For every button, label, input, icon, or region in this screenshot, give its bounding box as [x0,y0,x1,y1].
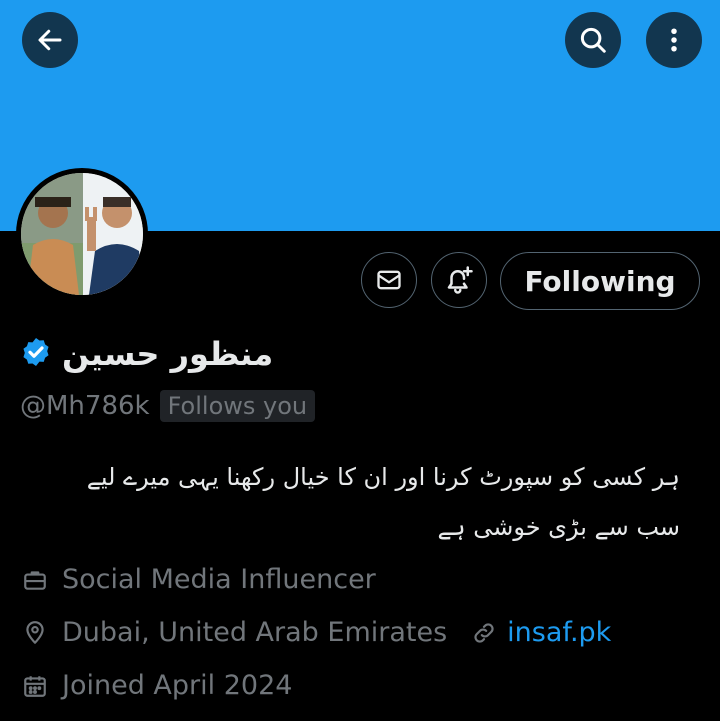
display-name-row: منظور حسین [20,332,273,376]
website-link[interactable]: insaf.pk [507,617,611,648]
envelope-icon [377,270,401,290]
arrow-left-icon [38,29,62,51]
verified-badge-icon [20,336,52,372]
back-button[interactable] [22,12,78,68]
professional-category: Social Media Influencer [62,564,376,595]
joined-row: Joined April 2024 [20,670,292,701]
following-button[interactable]: Following [500,252,700,310]
follows-you-badge: Follows you [159,390,316,422]
bio-line: سب سے بڑی خوشی ہے [437,513,680,541]
category-row: Social Media Influencer [20,564,376,595]
avatar-image [21,173,143,295]
profile-bio: ہر کسی کو سپورٹ کرنا اور ان کا خیال رکھن… [20,452,680,552]
joined-date: Joined April 2024 [62,670,293,701]
message-button[interactable] [361,252,417,308]
username-handle: @Mh786k [20,391,150,421]
search-button[interactable] [565,12,621,68]
location-text: Dubai, United Arab Emirates [62,617,448,648]
calendar-icon [20,671,50,701]
more-vertical-icon [671,28,677,52]
display-name: منظور حسین [62,335,274,373]
more-options-button[interactable] [646,12,702,68]
handle-row: @Mh786k Follows you [20,390,316,422]
search-icon [580,27,606,53]
briefcase-icon [20,565,50,595]
bell-plus-icon [447,266,473,294]
notifications-button[interactable] [431,252,487,308]
bio-line: ہر کسی کو سپورٹ کرنا اور ان کا خیال رکھن… [86,463,680,491]
avatar[interactable] [16,168,148,300]
location-pin-icon [20,618,50,648]
link-icon [469,618,499,648]
location-row: Dubai, United Arab Emirates insaf.pk [20,617,611,648]
